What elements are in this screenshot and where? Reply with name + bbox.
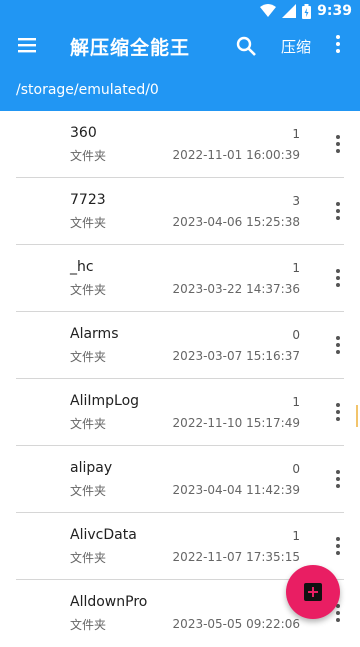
add-button[interactable] — [286, 565, 340, 619]
file-name: AlldownPro — [70, 594, 148, 610]
list-item[interactable]: 360 文件夹 1 2022-11-01 16:00:39 — [0, 111, 360, 178]
more-vert-icon[interactable] — [332, 336, 344, 356]
modified-date: 2023-04-06 15:25:38 — [172, 215, 300, 229]
file-type: 文件夹 — [70, 350, 107, 364]
file-type: 文件夹 — [70, 283, 107, 297]
file-name: 7723 — [70, 192, 106, 208]
menu-icon[interactable] — [16, 34, 38, 56]
list-item[interactable]: alipay 文件夹 0 2023-04-04 11:42:39 — [0, 446, 360, 513]
file-name: _hc — [70, 259, 94, 275]
toolbar: 解压缩全能王 压缩 — [0, 24, 360, 68]
scroll-edge-marker — [356, 405, 358, 427]
item-count: 1 — [292, 127, 300, 141]
status-time: 9:39 — [317, 3, 352, 19]
signal-icon — [282, 4, 297, 18]
status-bar: 9:39 — [0, 0, 360, 24]
more-vert-icon[interactable] — [332, 202, 344, 222]
more-vert-icon[interactable] — [332, 135, 344, 155]
list-item[interactable]: Alarms 文件夹 0 2023-03-07 15:16:37 — [0, 312, 360, 379]
wifi-icon — [260, 4, 277, 17]
search-icon[interactable] — [235, 35, 257, 57]
modified-date: 2022-11-10 15:17:49 — [172, 416, 300, 430]
more-vert-icon[interactable] — [332, 269, 344, 289]
modified-date: 2023-05-05 09:22:06 — [172, 617, 300, 631]
file-name: 360 — [70, 125, 97, 141]
more-vert-icon[interactable] — [332, 470, 344, 490]
more-vert-icon[interactable] — [332, 403, 344, 423]
modified-date: 2023-04-04 11:42:39 — [172, 483, 300, 497]
more-vert-icon[interactable] — [331, 35, 345, 57]
item-count: 1 — [292, 261, 300, 275]
file-name: AlivcData — [70, 527, 137, 543]
more-vert-icon[interactable] — [332, 537, 344, 557]
file-name: alipay — [70, 460, 113, 476]
item-count: 0 — [292, 462, 300, 476]
compress-button[interactable]: 压缩 — [281, 36, 311, 57]
current-path: /storage/emulated/0 — [16, 82, 159, 98]
item-count: 0 — [292, 328, 300, 342]
file-type: 文件夹 — [70, 216, 107, 230]
modified-date: 2022-11-07 17:35:15 — [172, 550, 300, 564]
file-name: Alarms — [70, 326, 119, 342]
list-item[interactable]: _hc 文件夹 1 2023-03-22 14:37:36 — [0, 245, 360, 312]
item-count: 1 — [292, 395, 300, 409]
list-item[interactable]: 7723 文件夹 3 2023-04-06 15:25:38 — [0, 178, 360, 245]
file-type: 文件夹 — [70, 149, 107, 163]
file-type: 文件夹 — [70, 551, 107, 565]
file-type: 文件夹 — [70, 417, 107, 431]
file-type: 文件夹 — [70, 618, 107, 632]
modified-date: 2022-11-01 16:00:39 — [172, 148, 300, 162]
add-box-icon — [304, 583, 322, 601]
battery-icon — [302, 3, 312, 19]
app-title: 解压缩全能王 — [70, 37, 191, 59]
modified-date: 2023-03-07 15:16:37 — [172, 349, 300, 363]
file-name: AliImpLog — [70, 393, 140, 409]
modified-date: 2023-03-22 14:37:36 — [172, 282, 300, 296]
item-count: 1 — [292, 529, 300, 543]
file-type: 文件夹 — [70, 484, 107, 498]
item-count: 3 — [292, 194, 300, 208]
list-item[interactable]: AliImpLog 文件夹 1 2022-11-10 15:17:49 — [0, 379, 360, 446]
app-bar: 9:39 解压缩全能王 压缩 /storage/emulated/0 — [0, 0, 360, 111]
